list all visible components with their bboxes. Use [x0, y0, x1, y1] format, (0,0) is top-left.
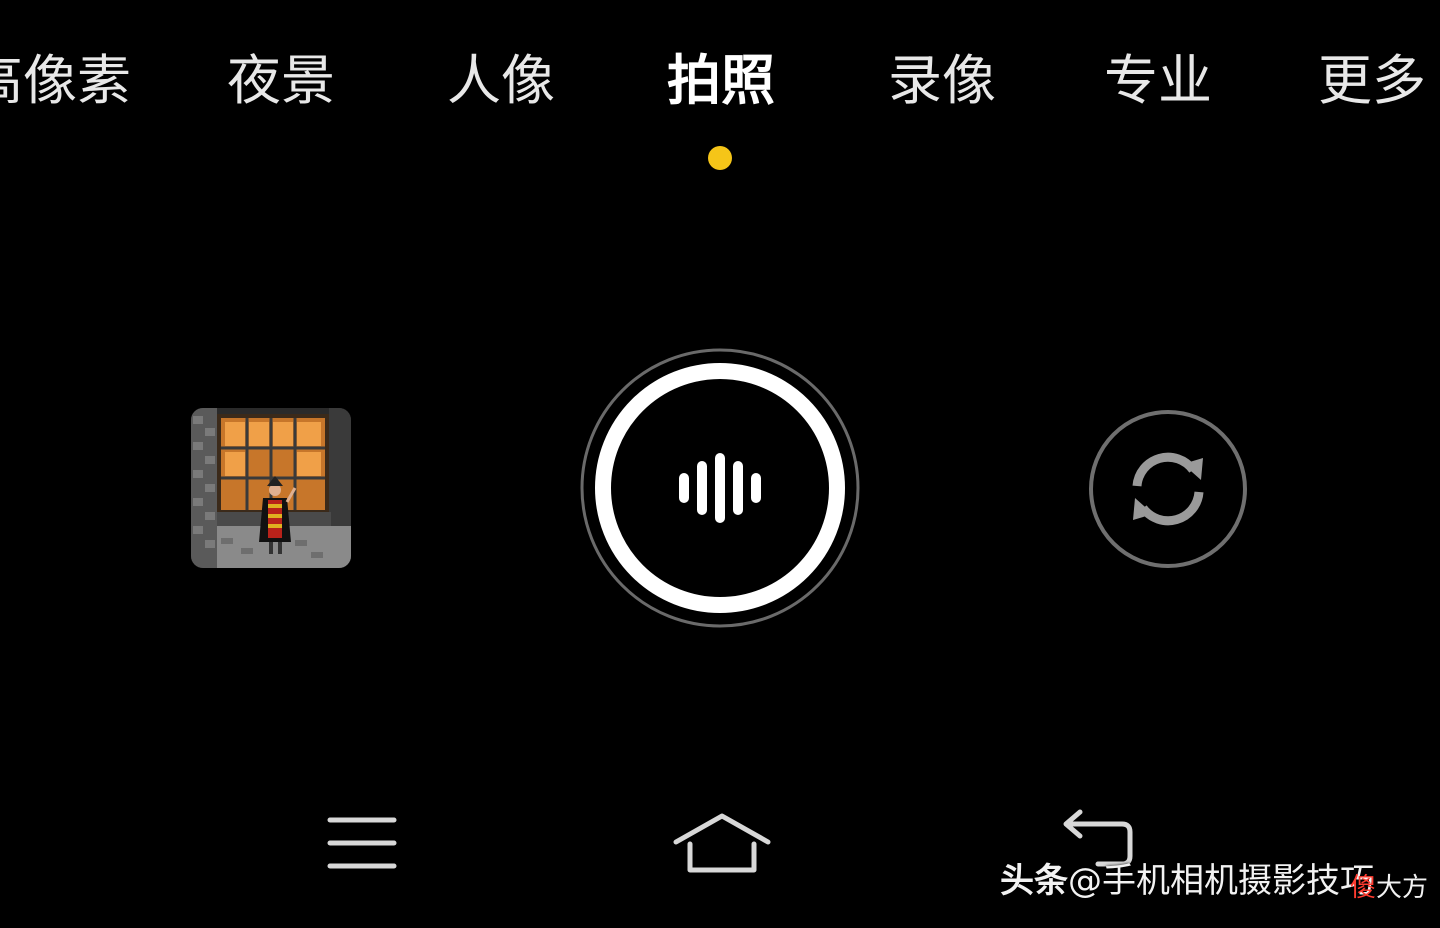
home-button[interactable] [672, 810, 772, 876]
badge-text: 大方 [1376, 873, 1429, 903]
active-mode-indicator [708, 146, 732, 170]
gallery-thumbnail[interactable] [191, 408, 351, 568]
shutter-button[interactable] [580, 348, 860, 628]
watermark-badge: 傻大方 [1350, 866, 1429, 910]
mode-high-pixel[interactable]: 高像素 [0, 46, 131, 116]
watermark-brand: 头条 [1000, 861, 1068, 901]
camera-mode-bar: 高像素 夜景 人像 拍照 录像 专业 更多 [0, 0, 1440, 170]
badge-char: 傻 [1350, 873, 1377, 903]
mode-night[interactable]: 夜景 [227, 46, 335, 116]
mode-more[interactable]: 更多 [1318, 46, 1426, 116]
mode-video[interactable]: 录像 [888, 46, 996, 116]
mode-pro[interactable]: 专业 [1104, 46, 1212, 116]
mode-photo[interactable]: 拍照 [667, 46, 775, 116]
menu-icon [327, 817, 397, 869]
switch-camera-button[interactable] [1087, 408, 1249, 570]
home-icon [673, 813, 771, 873]
watermark: 头条@手机相机摄影技巧 [1000, 856, 1374, 906]
watermark-handle: @手机相机摄影技巧 [1068, 861, 1374, 901]
menu-button[interactable] [326, 812, 398, 874]
thumbnail-photo-icon [191, 408, 351, 568]
mode-portrait[interactable]: 人像 [447, 46, 555, 116]
